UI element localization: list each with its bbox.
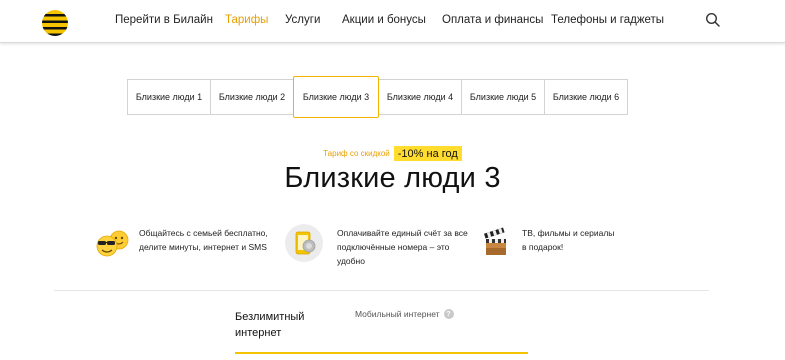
tariff-tabs: Близкие люди 1 Близкие люди 2 Близкие лю…: [127, 76, 628, 118]
clapperboard-icon: [484, 227, 506, 255]
nav-item-phones[interactable]: Телефоны и гаджеты: [551, 14, 664, 26]
search-icon[interactable]: [705, 12, 721, 28]
nav-item-tariffs[interactable]: Тарифы: [225, 14, 268, 26]
tab-close-people-3[interactable]: Близкие люди 3: [293, 76, 379, 118]
mobile-internet-text: Мобильный интернет: [355, 309, 440, 319]
family-emoji-icon: [96, 230, 129, 257]
feature-line: удобно: [337, 256, 365, 266]
feature-single-bill: Оплачивайте единый счёт за все подключён…: [285, 224, 468, 268]
unlimited-internet-line: Безлимитный: [235, 311, 305, 323]
page-title: Близкие люди 3: [284, 162, 501, 194]
nav-item-services[interactable]: Услуги: [285, 14, 320, 26]
promo-label: Тариф со скидкой: [323, 149, 390, 158]
unlimited-internet-line: интернет: [235, 327, 282, 339]
nav-item-go-to-beeline[interactable]: Перейти в Билайн: [115, 14, 213, 26]
accent-bar: [235, 352, 528, 354]
nav-item-payment[interactable]: Оплата и финансы: [442, 14, 543, 26]
feature-line: делите минуты, интернет и SMS: [139, 242, 267, 252]
tab-close-people-5[interactable]: Близкие люди 5: [461, 79, 545, 115]
feature-line: ТВ, фильмы и сериалы: [522, 228, 615, 238]
feature-line: в подарок!: [522, 242, 564, 252]
feature-line: подключённые номера – это: [337, 242, 450, 252]
tab-close-people-2[interactable]: Близкие люди 2: [210, 79, 294, 115]
top-header: Перейти в Билайн Тарифы Услуги Акции и б…: [0, 0, 785, 43]
tab-close-people-6[interactable]: Близкие люди 6: [544, 79, 628, 115]
phone-bill-icon: [285, 224, 323, 262]
section-divider: [54, 290, 709, 291]
mobile-internet-label: Мобильный интернет ?: [355, 309, 454, 319]
tab-close-people-4[interactable]: Близкие люди 4: [378, 79, 462, 115]
beeline-logo-icon[interactable]: [42, 10, 68, 36]
nav-item-promotions[interactable]: Акции и бонусы: [342, 14, 426, 26]
discount-badge: -10% на год: [393, 146, 462, 161]
discount-promo: Тариф со скидкой -10% на год: [0, 146, 785, 161]
help-icon[interactable]: ?: [443, 309, 454, 319]
feature-tv-movies: ТВ, фильмы и сериалы в подарок!: [482, 227, 615, 258]
tab-close-people-1[interactable]: Близкие люди 1: [127, 79, 211, 115]
feature-line: Оплачивайте единый счёт за все: [337, 228, 468, 238]
unlimited-internet-heading: Безлимитный интернет: [235, 309, 304, 341]
feature-line: Общайтесь с семьей бесплатно,: [139, 228, 268, 238]
feature-family: Общайтесь с семьей бесплатно, делите мин…: [95, 228, 268, 258]
